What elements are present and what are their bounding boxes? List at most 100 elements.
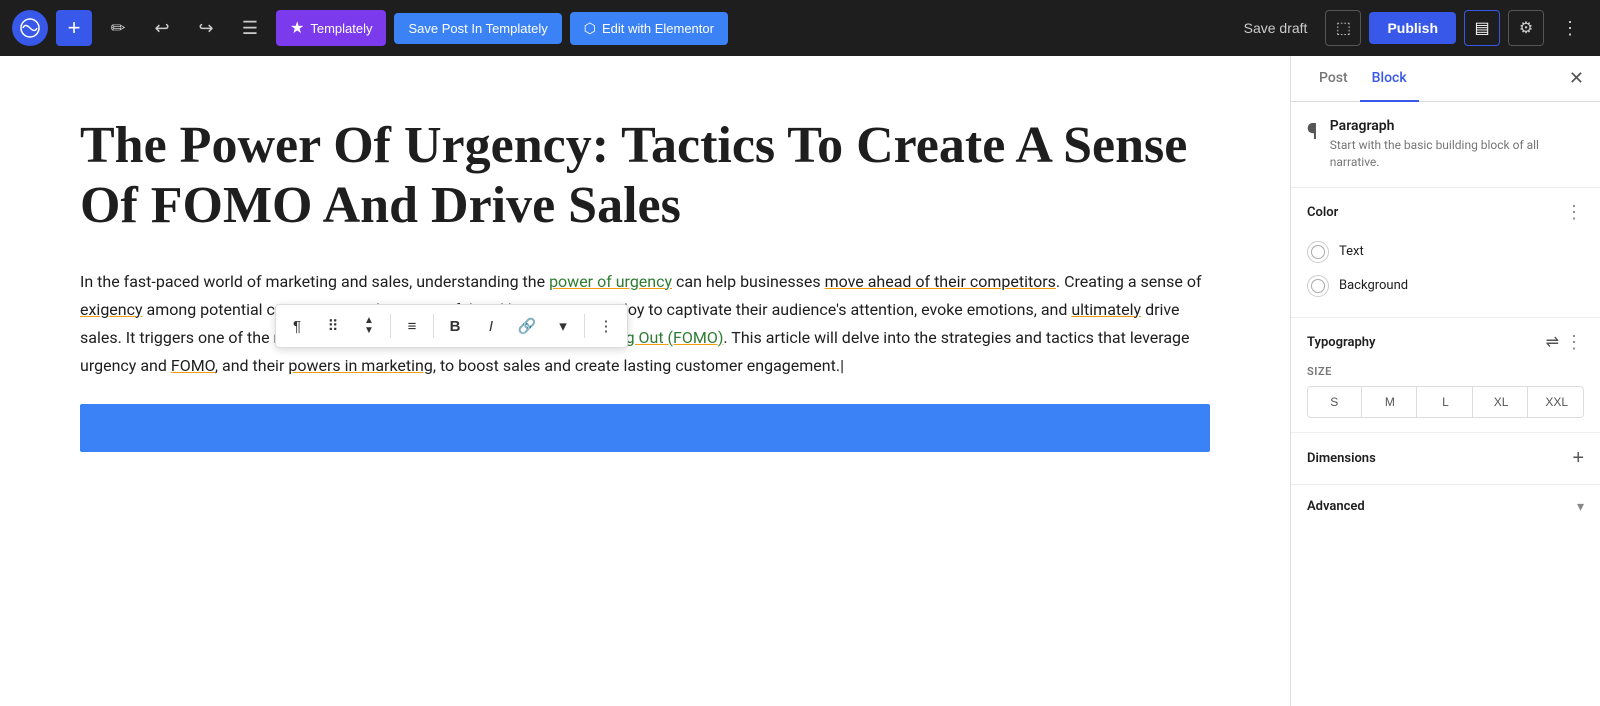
- publish-button[interactable]: Publish: [1369, 12, 1456, 44]
- background-color-label: Background: [1339, 278, 1408, 293]
- chevron-down-icon: ▾: [1577, 499, 1584, 515]
- link-exigency[interactable]: exigency: [80, 300, 143, 319]
- add-block-button[interactable]: +: [56, 10, 92, 46]
- text-color-inner: [1311, 245, 1325, 259]
- move-icon: ▲▼: [364, 316, 374, 336]
- editor-area[interactable]: The Power Of Urgency: Tactics To Create …: [0, 56, 1290, 706]
- undo-button[interactable]: ↩: [144, 10, 180, 46]
- size-l-button[interactable]: L: [1419, 387, 1473, 417]
- color-section-title: Color: [1307, 205, 1338, 220]
- size-xl-button[interactable]: XL: [1475, 387, 1529, 417]
- typography-section-title: Typography: [1307, 335, 1376, 350]
- text-color-swatch[interactable]: [1307, 241, 1329, 263]
- more-block-options-button[interactable]: ⋮: [589, 309, 623, 343]
- link-powers-marketing: powers in marketing,: [288, 356, 436, 375]
- advanced-section: Advanced ▾: [1291, 485, 1600, 529]
- sidebar-icon: ▤: [1474, 18, 1489, 38]
- toolbar-divider-3: [584, 314, 585, 338]
- align-button[interactable]: ≡: [395, 309, 429, 343]
- dimensions-section-header: Dimensions +: [1307, 447, 1584, 470]
- settings-icon: ⚙: [1519, 18, 1533, 38]
- inline-toolbar: ¶ ⠿ ▲▼ ≡ B I 🔗 ▾: [275, 304, 628, 348]
- publish-label: Publish: [1387, 20, 1438, 36]
- edit-icon-button[interactable]: ✏: [100, 10, 136, 46]
- tab-block[interactable]: Block: [1360, 56, 1419, 102]
- advanced-section-header[interactable]: Advanced ▾: [1307, 499, 1584, 515]
- block-text-info: Paragraph Start with the basic building …: [1330, 118, 1584, 171]
- right-sidebar: Post Block ✕ ¶ Paragraph Start with the …: [1290, 56, 1600, 706]
- color-section: Color ⋮ Text Background: [1291, 188, 1600, 318]
- save-draft-button[interactable]: Save draft: [1234, 14, 1318, 42]
- dimensions-section-title: Dimensions: [1307, 451, 1376, 466]
- save-templately-label: Save Post In Templately: [408, 21, 547, 36]
- color-section-header: Color ⋮: [1307, 202, 1584, 223]
- post-title: The Power Of Urgency: Tactics To Create …: [80, 116, 1210, 236]
- background-color-swatch[interactable]: [1307, 275, 1329, 297]
- typography-section-options-button[interactable]: ⋮: [1565, 332, 1584, 353]
- view-icon: ⬚: [1336, 18, 1351, 38]
- templately-icon: ★: [290, 18, 304, 38]
- redo-button[interactable]: ↪: [188, 10, 224, 46]
- link-icon: 🔗: [518, 317, 537, 335]
- size-xxl-button[interactable]: XXL: [1530, 387, 1583, 417]
- italic-button[interactable]: I: [474, 309, 508, 343]
- paragraph-block-icon: ¶: [1307, 120, 1318, 145]
- save-draft-label: Save draft: [1244, 20, 1308, 36]
- background-color-row[interactable]: Background: [1307, 269, 1584, 303]
- tab-block-label: Block: [1372, 70, 1407, 86]
- toolbar-divider-1: [390, 314, 391, 338]
- block-description: Start with the basic building block of a…: [1330, 137, 1584, 171]
- dots-icon: ⋮: [1561, 18, 1579, 39]
- toolbar-divider-2: [433, 314, 434, 338]
- sidebar-toggle-button[interactable]: ▤: [1464, 10, 1500, 46]
- settings-button[interactable]: ⚙: [1508, 10, 1544, 46]
- size-s-button[interactable]: S: [1308, 387, 1362, 417]
- main-area: The Power Of Urgency: Tactics To Create …: [0, 56, 1600, 706]
- drag-handle-button[interactable]: ⠿: [316, 309, 350, 343]
- dimensions-add-button[interactable]: +: [1572, 447, 1584, 470]
- color-section-options-button[interactable]: ⋮: [1565, 202, 1584, 223]
- close-icon: ✕: [1569, 68, 1584, 88]
- main-toolbar: + ✏ ↩ ↪ ☰ ★ Templately Save Post In Temp…: [0, 0, 1600, 56]
- link-power-urgency[interactable]: power of urgency: [549, 272, 672, 291]
- text-color-label: Text: [1339, 244, 1364, 259]
- typography-section: Typography ⇌ ⋮ SIZE S M L XL XXL: [1291, 318, 1600, 433]
- chevron-down-icon: ▾: [559, 317, 567, 335]
- elementor-button[interactable]: ⬡ Edit with Elementor: [570, 12, 728, 45]
- view-button[interactable]: ⬚: [1325, 10, 1361, 46]
- tab-post[interactable]: Post: [1307, 56, 1360, 102]
- typography-filter-button[interactable]: ⇌: [1546, 332, 1559, 352]
- block-label: Paragraph: [1330, 118, 1584, 134]
- link-ultimately: ultimately: [1071, 300, 1141, 319]
- elementor-label: Edit with Elementor: [602, 21, 714, 36]
- move-up-down-button[interactable]: ▲▼: [352, 309, 386, 343]
- dots-vertical-icon: ⋮: [599, 317, 614, 335]
- more-options-button[interactable]: ⋮: [1552, 10, 1588, 46]
- templately-label: Templately: [310, 21, 372, 36]
- background-color-inner: [1311, 279, 1325, 293]
- paragraph-format-button[interactable]: ¶: [280, 309, 314, 343]
- blue-bar: [80, 404, 1210, 452]
- italic-icon: I: [489, 318, 493, 335]
- sidebar-tabs: Post Block ✕: [1291, 56, 1600, 102]
- wp-logo: [12, 10, 48, 46]
- para-icon: ¶: [293, 318, 301, 335]
- drag-icon: ⠿: [328, 317, 339, 335]
- sidebar-close-button[interactable]: ✕: [1569, 68, 1584, 89]
- align-icon: ≡: [408, 318, 417, 335]
- link-button[interactable]: 🔗: [510, 309, 544, 343]
- templately-button[interactable]: ★ Templately: [276, 10, 386, 46]
- bold-button[interactable]: B: [438, 309, 472, 343]
- size-m-button[interactable]: M: [1364, 387, 1418, 417]
- typography-section-header: Typography ⇌ ⋮: [1307, 332, 1584, 353]
- size-label: SIZE: [1307, 365, 1584, 378]
- text-color-row[interactable]: Text: [1307, 235, 1584, 269]
- list-view-button[interactable]: ☰: [232, 10, 268, 46]
- link-dropdown-button[interactable]: ▾: [546, 309, 580, 343]
- size-buttons: S M L XL XXL: [1307, 386, 1584, 418]
- elementor-icon: ⬡: [584, 20, 596, 37]
- save-templately-button[interactable]: Save Post In Templately: [394, 13, 561, 44]
- post-body[interactable]: In the fast-paced world of marketing and…: [80, 268, 1210, 380]
- link-move-ahead: move ahead of their competitors: [825, 272, 1056, 291]
- tab-post-label: Post: [1319, 70, 1348, 86]
